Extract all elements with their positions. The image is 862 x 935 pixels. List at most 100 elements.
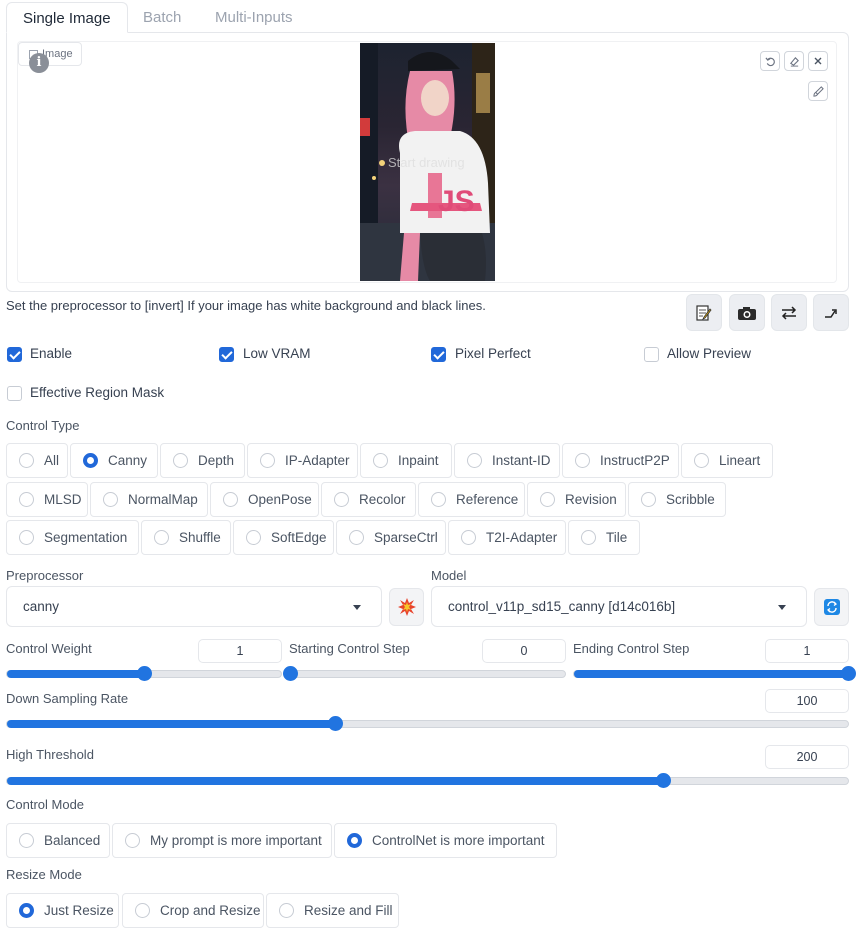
run-preprocessor-button[interactable] [389, 588, 424, 626]
control-type-shuffle[interactable]: Shuffle [141, 520, 231, 555]
resize-mode-resize-and-fill[interactable]: Resize and Fill [266, 893, 399, 928]
hint-text: Set the preprocessor to [invert] If your… [6, 298, 486, 313]
control-type-tile[interactable]: Tile [568, 520, 640, 555]
tab-single-image[interactable]: Single Image [6, 2, 128, 33]
webcam-button[interactable] [729, 294, 765, 331]
eraser-icon [789, 56, 799, 67]
slider-thumb[interactable] [655, 773, 671, 788]
control-type-canny[interactable]: Canny [70, 443, 158, 478]
high-threshold-input[interactable]: 200 [765, 745, 849, 769]
radio-dot [19, 903, 34, 918]
pixel-perfect-checkbox[interactable] [431, 347, 446, 362]
radio-dot [581, 530, 596, 545]
preprocessor-dropdown[interactable]: canny [6, 586, 382, 627]
slider-thumb[interactable] [327, 716, 343, 731]
control-type-softedge[interactable]: SoftEdge [233, 520, 334, 555]
enable-checkbox[interactable] [7, 347, 22, 362]
control-type-normalmap[interactable]: NormalMap [90, 482, 208, 517]
control-mode-controlnet[interactable]: ControlNet is more important [334, 823, 557, 858]
eraser-button[interactable] [784, 51, 804, 71]
control-type-depth[interactable]: Depth [160, 443, 245, 478]
radio-dot [223, 492, 238, 507]
resize-mode-crop-and-resize[interactable]: Crop and Resize [122, 893, 264, 928]
radio-dot [461, 530, 476, 545]
control-mode-label: Control Mode [6, 797, 85, 812]
high-threshold-label: High Threshold [6, 747, 94, 762]
slider-thumb[interactable] [841, 666, 856, 681]
radio-dot [347, 833, 362, 848]
radio-dot [694, 453, 709, 468]
control-type-ip-adapter[interactable]: IP-Adapter [247, 443, 358, 478]
slider-thumb[interactable] [283, 666, 298, 681]
model-dropdown[interactable]: control_v11p_sd15_canny [d14c016b] [431, 586, 807, 627]
control-mode-prompt[interactable]: My prompt is more important [112, 823, 332, 858]
down-sampling-input[interactable]: 100 [765, 689, 849, 713]
radio-dot [641, 492, 656, 507]
control-type-lineart[interactable]: Lineart [681, 443, 773, 478]
radio-dot [19, 833, 34, 848]
slider-fill [574, 670, 848, 678]
clear-button[interactable] [808, 51, 828, 71]
control-weight-input[interactable]: 1 [198, 639, 282, 663]
control-type-segmentation[interactable]: Segmentation [6, 520, 139, 555]
image-label-pill: Image [18, 42, 82, 66]
radio-dot [540, 492, 555, 507]
send-dimensions-button[interactable] [813, 294, 849, 331]
low-vram-checkbox[interactable] [219, 347, 234, 362]
refresh-models-button[interactable] [814, 588, 849, 626]
control-type-recolor[interactable]: Recolor [321, 482, 416, 517]
radio-dot [373, 453, 388, 468]
control-type-inpaint[interactable]: Inpaint [360, 443, 452, 478]
control-type-openpose[interactable]: OpenPose [210, 482, 319, 517]
control-type-revision[interactable]: Revision [527, 482, 626, 517]
send-dimensions-icon [825, 308, 837, 318]
radio-dot [431, 492, 446, 507]
brush-icon [812, 85, 824, 97]
ending-step-slider[interactable] [573, 666, 856, 681]
control-type-instant-id[interactable]: Instant-ID [454, 443, 560, 478]
effective-region-mask-checkbox[interactable] [7, 386, 22, 401]
start-drawing-overlay: Start drawing [388, 155, 465, 170]
refresh-icon [823, 599, 840, 615]
control-type-t2i-adapter[interactable]: T2I-Adapter [448, 520, 566, 555]
control-type-scribble[interactable]: Scribble [628, 482, 726, 517]
resize-mode-just-resize[interactable]: Just Resize [6, 893, 119, 928]
radio-dot [246, 530, 261, 545]
camera-icon [738, 306, 756, 320]
radio-dot [154, 530, 169, 545]
control-type-instructp2p[interactable]: InstructP2P [562, 443, 679, 478]
radio-dot [19, 492, 34, 507]
caret-down-icon [778, 605, 786, 610]
undo-button[interactable] [760, 51, 780, 71]
control-type-sparsectrl[interactable]: SparseCtrl [336, 520, 446, 555]
info-icon[interactable]: i [29, 53, 49, 73]
control-type-reference[interactable]: Reference [418, 482, 525, 517]
control-mode-balanced[interactable]: Balanced [6, 823, 110, 858]
allow-preview-label: Allow Preview [667, 346, 752, 361]
open-canvas-button[interactable] [686, 294, 722, 331]
tab-batch[interactable]: Batch [127, 2, 197, 33]
radio-dot [125, 833, 140, 848]
radio-dot [173, 453, 188, 468]
starting-step-slider[interactable] [283, 666, 566, 681]
swap-icon [781, 305, 797, 320]
allow-preview-checkbox[interactable] [644, 347, 659, 362]
radio-dot [19, 453, 34, 468]
mirror-button[interactable] [771, 294, 807, 331]
uploaded-image: JS Start drawing [360, 43, 495, 281]
control-weight-slider[interactable] [6, 666, 282, 681]
high-threshold-slider[interactable] [6, 773, 849, 788]
caret-down-icon [353, 605, 361, 610]
slider-fill [7, 720, 335, 728]
control-type-mlsd[interactable]: MLSD [6, 482, 88, 517]
tab-multi-inputs[interactable]: Multi-Inputs [199, 2, 309, 33]
ending-step-input[interactable]: 1 [765, 639, 849, 663]
slider-thumb[interactable] [137, 666, 152, 681]
effective-region-mask-label: Effective Region Mask [30, 385, 165, 400]
starting-step-input[interactable]: 0 [482, 639, 566, 663]
jacket-letters: JS [438, 185, 475, 218]
down-sampling-slider[interactable] [6, 716, 849, 731]
down-sampling-label: Down Sampling Rate [6, 691, 129, 706]
brush-button[interactable] [808, 81, 828, 101]
control-type-all[interactable]: All [6, 443, 68, 478]
